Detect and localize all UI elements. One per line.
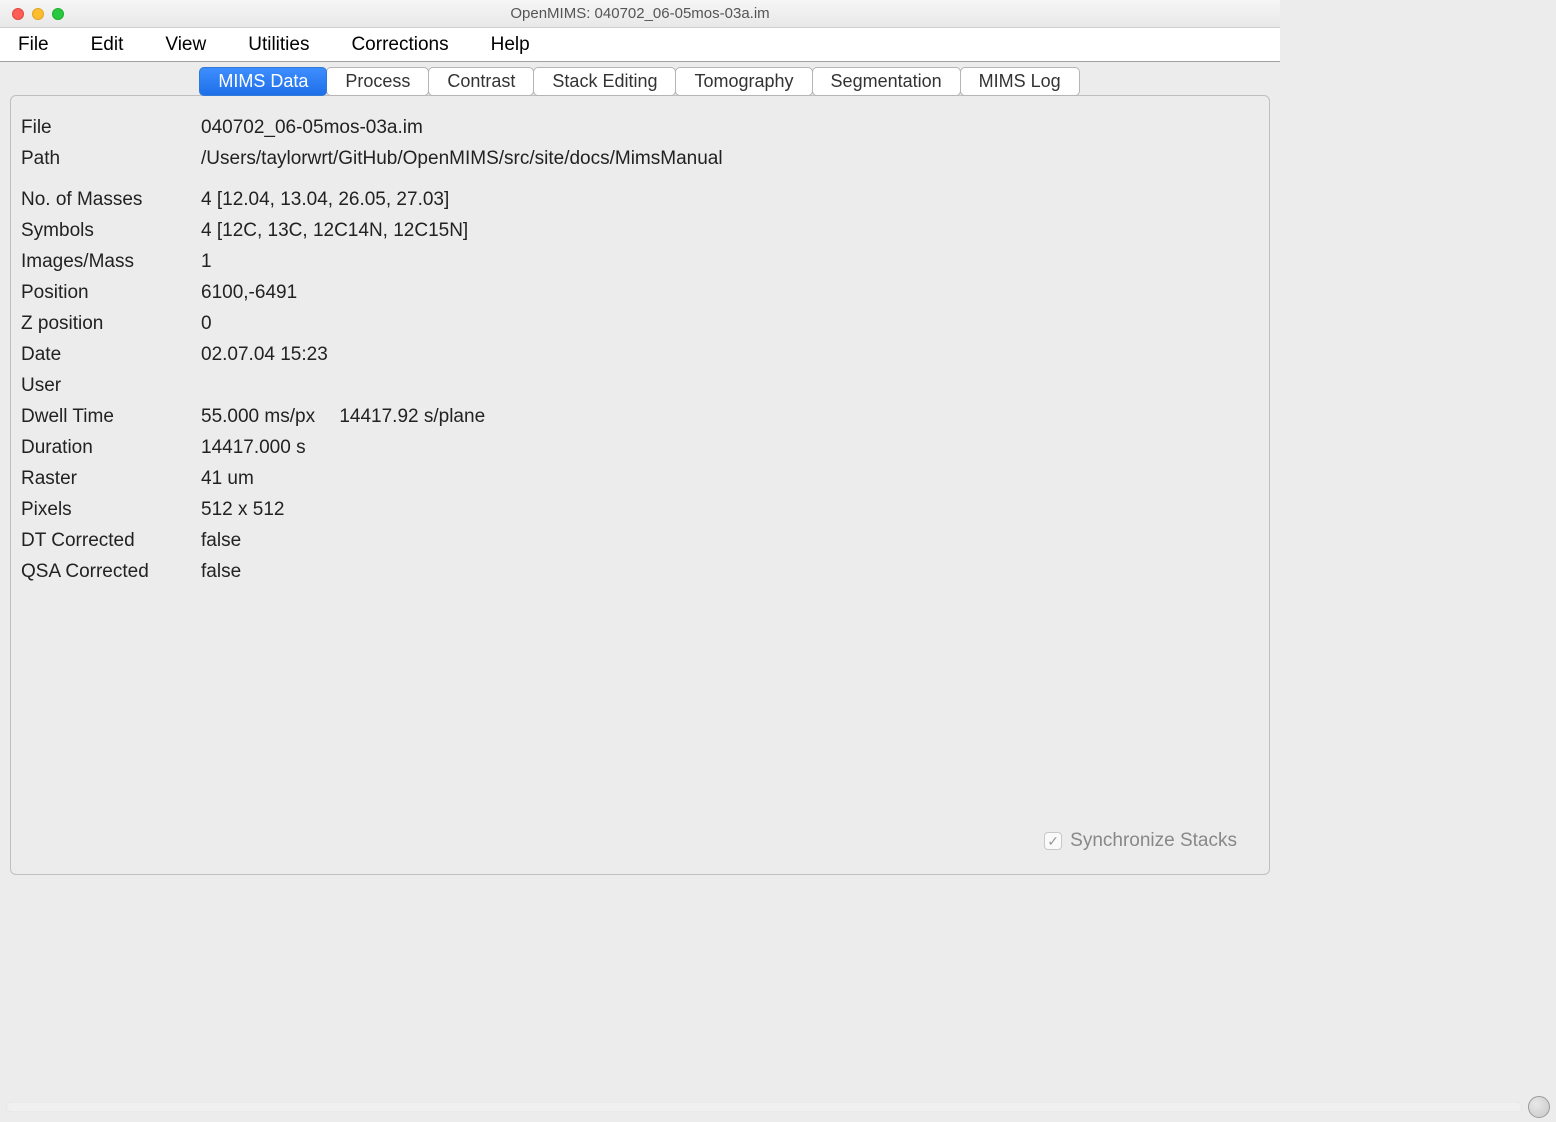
label-date: Date (21, 345, 201, 364)
sync-label: Synchronize Stacks (1070, 830, 1237, 852)
row-dt-corrected: DT Corrected false (21, 531, 1259, 550)
value-raster: 41 um (201, 469, 1259, 488)
value-dwell: 55.000 ms/px 14417.92 s/plane (201, 407, 1259, 426)
menu-file[interactable]: File (8, 28, 67, 62)
row-dwell: Dwell Time 55.000 ms/px 14417.92 s/plane (21, 407, 1259, 426)
row-position: Position 6100,-6491 (21, 283, 1259, 302)
main-area: MIMS Data Process Contrast Stack Editing… (0, 62, 1280, 875)
tab-mims-data[interactable]: MIMS Data (199, 67, 327, 96)
value-date: 02.07.04 15:23 (201, 345, 1259, 364)
label-position: Position (21, 283, 201, 302)
label-images: Images/Mass (21, 252, 201, 271)
row-date: Date 02.07.04 15:23 (21, 345, 1259, 364)
maximize-icon[interactable] (52, 8, 64, 20)
row-images: Images/Mass 1 (21, 252, 1259, 271)
label-raster: Raster (21, 469, 201, 488)
checkbox-icon[interactable]: ✓ (1044, 832, 1062, 850)
value-path: /Users/taylorwrt/GitHub/OpenMIMS/src/sit… (201, 149, 1259, 168)
row-symbols: Symbols 4 [12C, 13C, 12C14N, 12C15N] (21, 221, 1259, 240)
label-zposition: Z position (21, 314, 201, 333)
tab-stack-editing[interactable]: Stack Editing (533, 67, 676, 96)
value-file: 040702_06-05mos-03a.im (201, 118, 1259, 137)
label-masses: No. of Masses (21, 190, 201, 209)
value-zposition: 0 (201, 314, 1259, 333)
tab-mims-log[interactable]: MIMS Log (960, 67, 1080, 96)
resize-handle-icon[interactable] (1528, 1096, 1550, 1118)
value-user (201, 376, 1259, 395)
window-title: OpenMIMS: 040702_06-05mos-03a.im (0, 5, 1280, 22)
menu-view[interactable]: View (155, 28, 224, 62)
menu-corrections[interactable]: Corrections (341, 28, 466, 62)
label-dwell: Dwell Time (21, 407, 201, 426)
row-masses: No. of Masses 4 [12.04, 13.04, 26.05, 27… (21, 190, 1259, 209)
value-position: 6100,-6491 (201, 283, 1259, 302)
label-qsa-corrected: QSA Corrected (21, 562, 201, 581)
row-raster: Raster 41 um (21, 469, 1259, 488)
value-images: 1 (201, 252, 1259, 271)
minimize-icon[interactable] (32, 8, 44, 20)
value-symbols: 4 [12C, 13C, 12C14N, 12C15N] (201, 221, 1259, 240)
row-duration: Duration 14417.000 s (21, 438, 1259, 457)
horizontal-scrollbar[interactable] (6, 1102, 1522, 1112)
menu-edit[interactable]: Edit (81, 28, 142, 62)
label-duration: Duration (21, 438, 201, 457)
label-path: Path (21, 149, 201, 168)
row-zposition: Z position 0 (21, 314, 1259, 333)
value-pixels: 512 x 512 (201, 500, 1259, 519)
tab-tomography[interactable]: Tomography (675, 67, 812, 96)
row-user: User (21, 376, 1259, 395)
menubar: File Edit View Utilities Corrections Hel… (0, 28, 1280, 62)
label-dt-corrected: DT Corrected (21, 531, 201, 550)
titlebar: OpenMIMS: 040702_06-05mos-03a.im (0, 0, 1280, 28)
tabbar: MIMS Data Process Contrast Stack Editing… (10, 67, 1270, 96)
synchronize-stacks[interactable]: ✓ Synchronize Stacks (1044, 830, 1237, 852)
value-dt-corrected: false (201, 531, 1259, 550)
row-path: Path /Users/taylorwrt/GitHub/OpenMIMS/sr… (21, 149, 1259, 168)
menu-utilities[interactable]: Utilities (238, 28, 327, 62)
tab-segmentation[interactable]: Segmentation (812, 67, 961, 96)
value-duration: 14417.000 s (201, 438, 1259, 457)
window-controls (0, 8, 64, 20)
value-masses: 4 [12.04, 13.04, 26.05, 27.03] (201, 190, 1259, 209)
bottom-bar (6, 1098, 1550, 1116)
label-symbols: Symbols (21, 221, 201, 240)
tab-process[interactable]: Process (326, 67, 429, 96)
row-pixels: Pixels 512 x 512 (21, 500, 1259, 519)
tab-contrast[interactable]: Contrast (428, 67, 534, 96)
close-icon[interactable] (12, 8, 24, 20)
menu-help[interactable]: Help (481, 28, 548, 62)
row-qsa-corrected: QSA Corrected false (21, 562, 1259, 581)
info-panel: File 040702_06-05mos-03a.im Path /Users/… (10, 95, 1270, 875)
row-file: File 040702_06-05mos-03a.im (21, 118, 1259, 137)
value-qsa-corrected: false (201, 562, 1259, 581)
label-file: File (21, 118, 201, 137)
label-pixels: Pixels (21, 500, 201, 519)
label-user: User (21, 376, 201, 395)
